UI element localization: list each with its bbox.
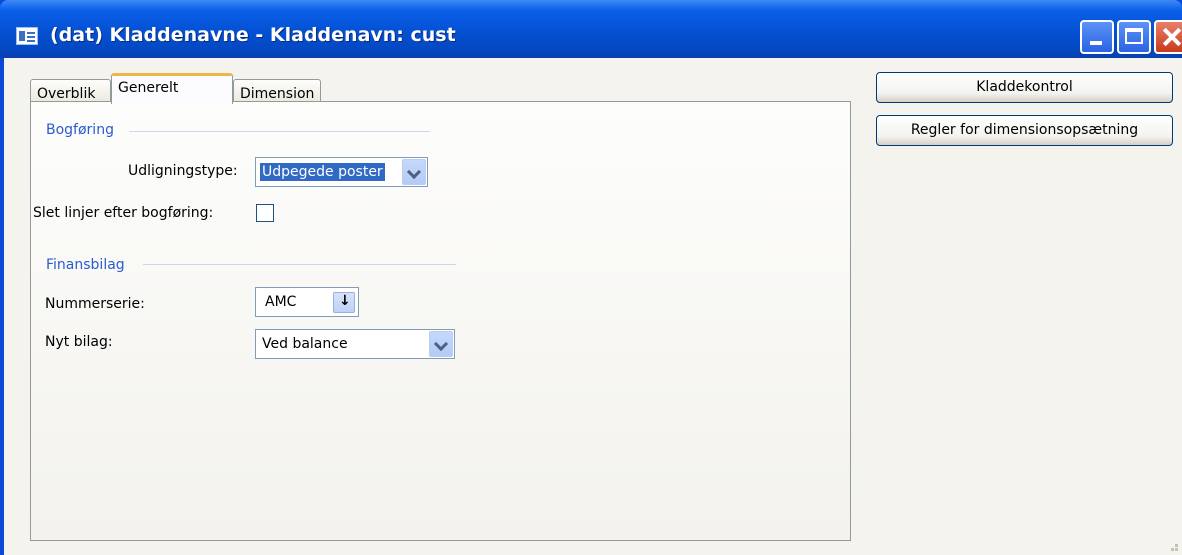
udligningstype-dropdown[interactable]: Udpegede poster (255, 157, 428, 187)
title-bar[interactable]: (dat) Kladdenavne - Kladdenavn: cust (0, 0, 1182, 58)
regler-dimensionsopsaetning-button[interactable]: Regler for dimensionsopsætning (876, 115, 1173, 146)
group-divider-finansbilag (143, 264, 456, 265)
nummerserie-label: Nummerserie: (45, 296, 145, 312)
kladdekontrol-button[interactable]: Kladdekontrol (876, 72, 1173, 103)
nyt-bilag-value: Ved balance (262, 336, 348, 352)
minimize-button[interactable] (1080, 20, 1114, 54)
tab-generelt[interactable]: Generelt (111, 73, 233, 104)
nyt-bilag-label: Nyt bilag: (45, 334, 113, 350)
chevron-down-icon[interactable] (402, 159, 426, 185)
app-window: (dat) Kladdenavne - Kladdenavn: cust Ove… (0, 0, 1182, 555)
group-label-finansbilag: Finansbilag (46, 257, 125, 273)
group-divider-bogforing (129, 131, 430, 132)
udligningstype-label: Udligningstype: (128, 163, 238, 179)
udligningstype-value: Udpegede poster (260, 163, 385, 181)
slet-linjer-label: Slet linjer efter bogføring: (33, 205, 214, 221)
lookup-arrow-icon: ↓ (339, 293, 351, 309)
maximize-button[interactable] (1117, 20, 1151, 54)
tab-dimension[interactable]: Dimension (233, 79, 321, 103)
close-button[interactable] (1154, 20, 1182, 54)
form-icon[interactable] (16, 27, 38, 45)
group-label-bogforing: Bogføring (46, 122, 114, 138)
lookup-button[interactable]: ↓ (333, 292, 355, 313)
resize-grip[interactable] (1168, 541, 1178, 551)
nummerserie-field[interactable]: AMC ↓ (255, 287, 359, 317)
window-title: (dat) Kladdenavne - Kladdenavn: cust (50, 24, 456, 46)
nyt-bilag-dropdown[interactable]: Ved balance (255, 329, 455, 359)
nummerserie-value: AMC (265, 294, 297, 310)
slet-linjer-checkbox[interactable] (256, 204, 274, 222)
chevron-down-icon[interactable] (429, 331, 453, 357)
tab-overblik[interactable]: Overblik (30, 79, 111, 103)
